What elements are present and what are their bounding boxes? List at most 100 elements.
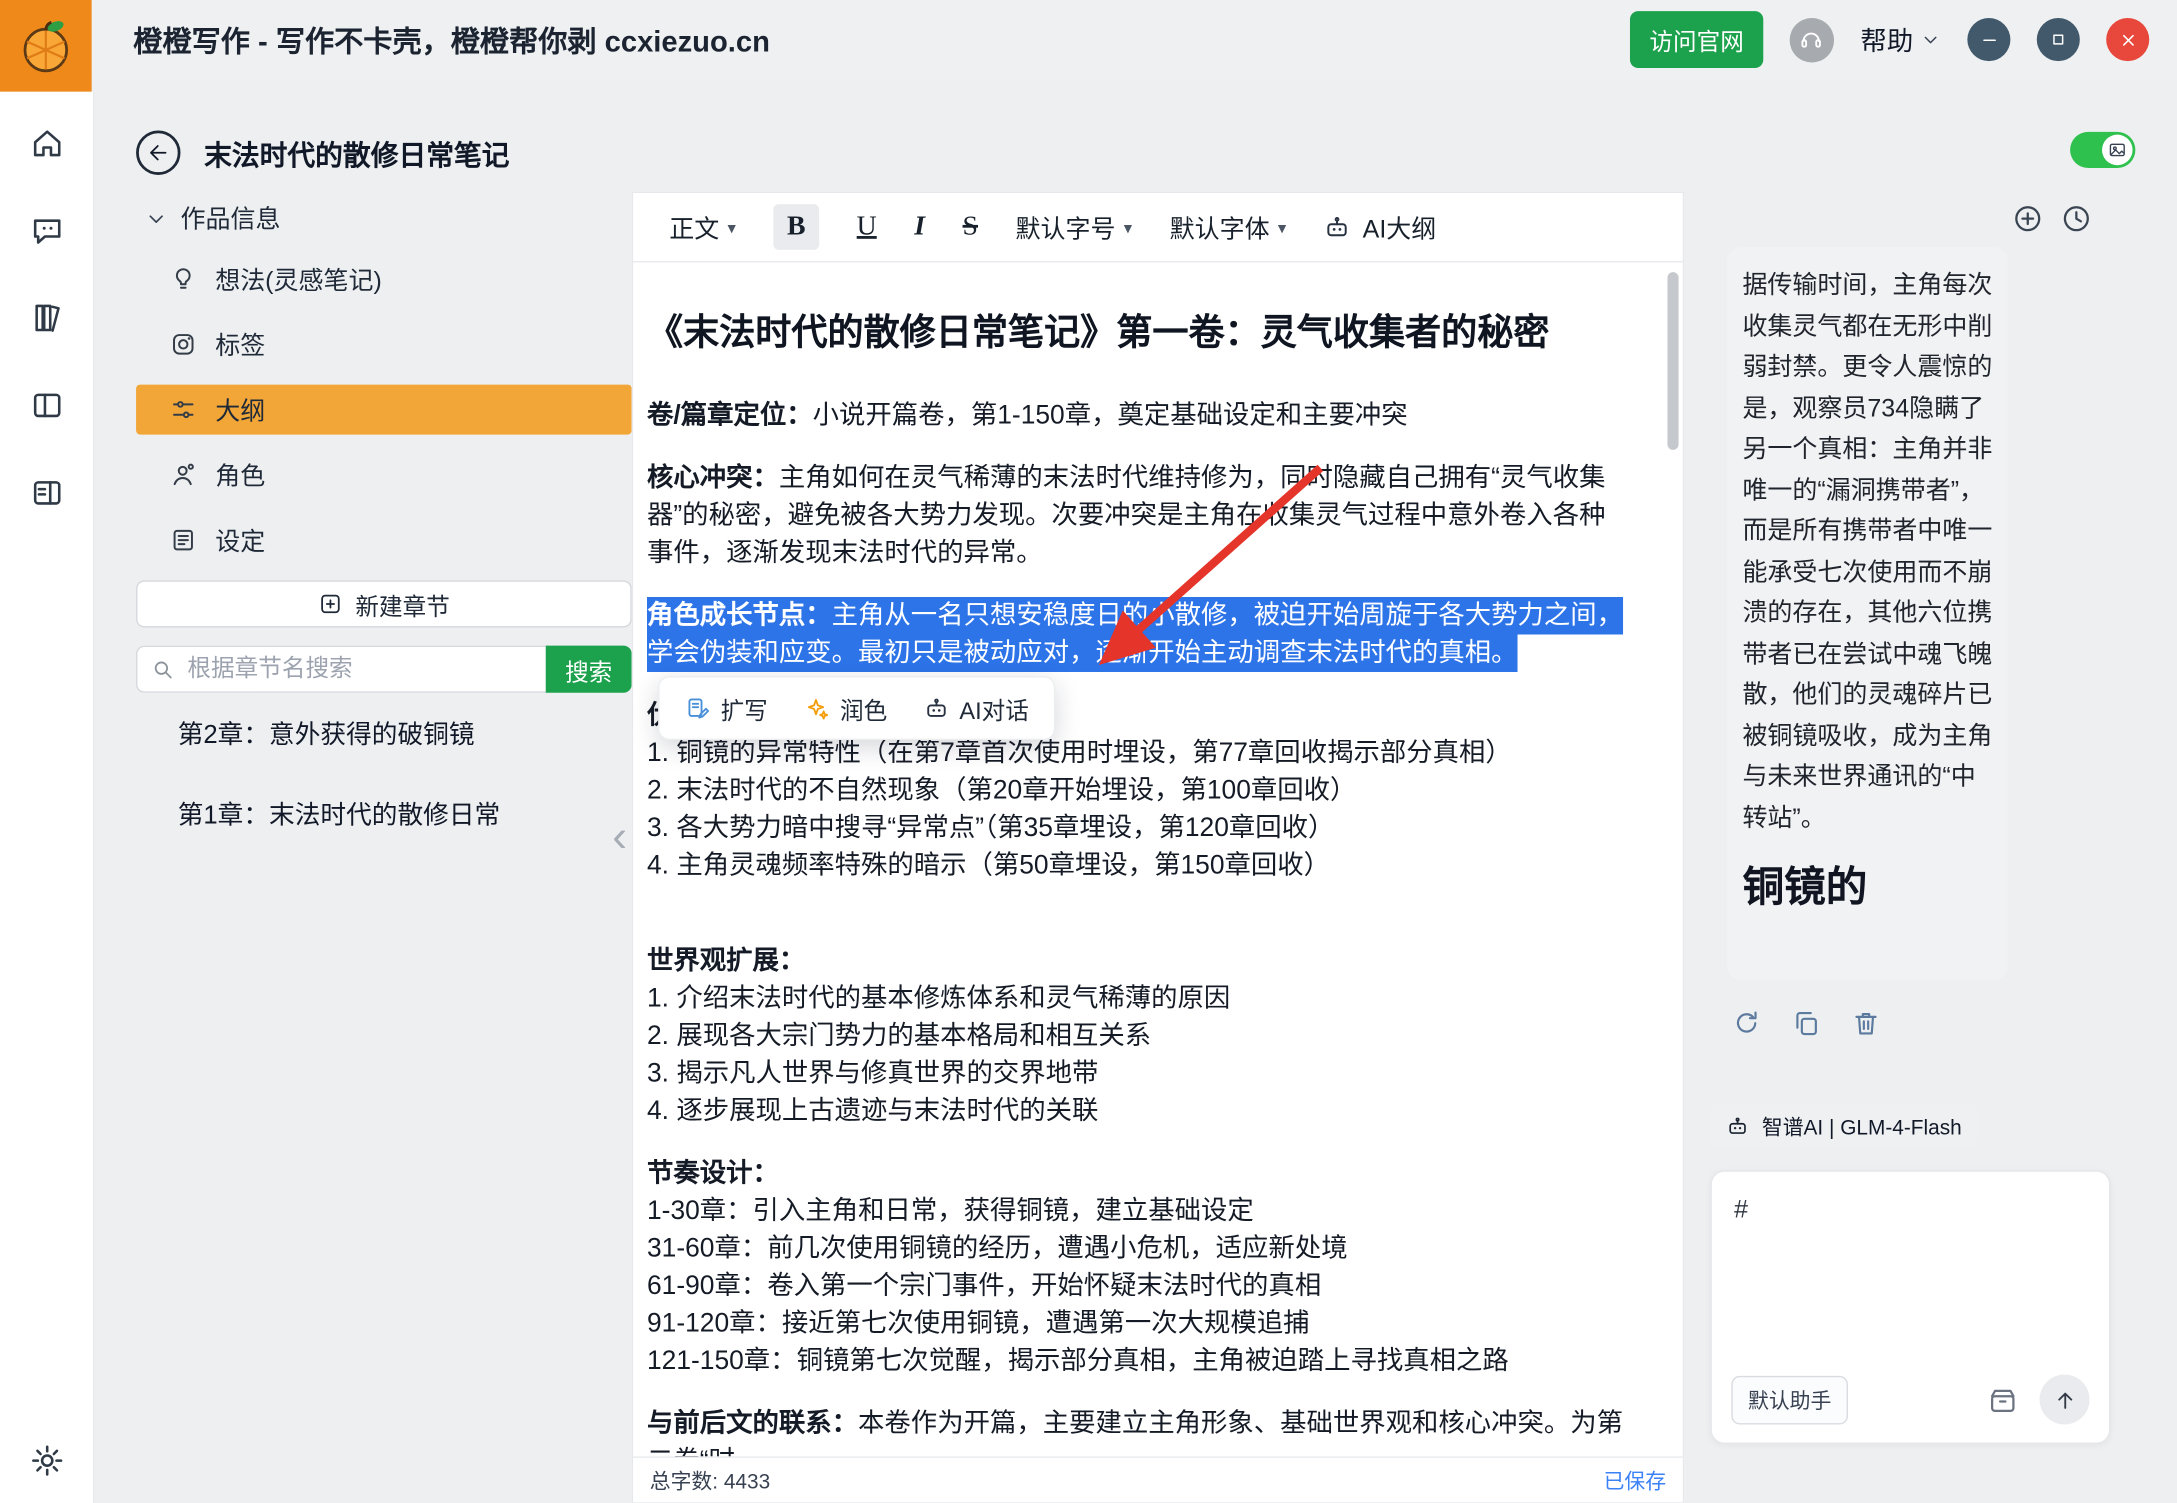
italic-button[interactable]: I [914, 211, 925, 243]
tag-icon [169, 330, 197, 358]
visit-site-button[interactable]: 访问官网 [1630, 11, 1763, 68]
expand-writing-button[interactable]: 扩写 [684, 691, 767, 726]
arrow-left-icon [146, 140, 171, 165]
rail-bookshelf-button[interactable] [20, 379, 73, 432]
close-button[interactable] [2106, 18, 2149, 61]
chapter-list-item[interactable]: 第2章：意外获得的破铜镜 [136, 693, 632, 774]
saved-status[interactable]: 已保存 [1604, 1465, 1666, 1494]
ai-generated-heading: 铜镜的 [1742, 852, 1992, 913]
send-button[interactable] [2040, 1375, 2090, 1425]
doc-list-item: 4. 逐步展现上古遗迹与末法时代的关联 [647, 1093, 1627, 1130]
outline-icon [169, 396, 197, 424]
books-icon [28, 300, 64, 336]
ai-chat-button[interactable]: AI对话 [923, 691, 1029, 726]
doc-list-item: 1-30章：引入主角和日常，获得铜镜，建立基础设定 [647, 1193, 1627, 1230]
collapse-sidebar-handle[interactable]: ‹ [612, 814, 627, 858]
chapter-search-input[interactable] [136, 646, 546, 693]
section-toggle-work-info[interactable]: 作品信息 [144, 200, 631, 236]
strikethrough-button[interactable]: S [963, 211, 978, 243]
editor-panel: 正文 ▾ B U I S 默认字号 ▾ 默认字体 ▾ AI大纲 《末法时代的散修… [632, 192, 1684, 1503]
help-label: 帮助 [1860, 21, 1913, 58]
history-button[interactable] [2058, 200, 2094, 236]
ai-outline-button[interactable]: AI大纲 [1324, 209, 1436, 245]
chat-input[interactable]: # [1712, 1172, 2109, 1248]
document-content[interactable]: 《末法时代的散修日常笔记》第一卷：灵气收集者的秘密 卷/篇章定位：小说开篇卷，第… [633, 262, 1683, 1456]
layout-icon [28, 387, 64, 423]
back-button[interactable] [136, 131, 180, 175]
rail-settings-button[interactable] [20, 1434, 73, 1487]
plus-circle-icon [2011, 202, 2043, 234]
sidebar-item-characters[interactable]: 角色 [136, 450, 632, 500]
polish-button[interactable]: 润色 [804, 691, 887, 726]
paragraph-style-dropdown[interactable]: 正文 ▾ [669, 209, 736, 245]
new-chapter-button[interactable]: 新建章节 [136, 580, 632, 627]
copy-button[interactable] [1791, 1008, 1822, 1039]
sidebar-item-label: 角色 [215, 457, 265, 493]
toggle-knob [2102, 135, 2133, 166]
doc-paragraph-link: 与前后文的联系：本卷作为开篇，主要建立主角形象、基础世界观和核心冲突。为第二卷“… [647, 1405, 1627, 1456]
refresh-icon [1731, 1008, 1762, 1039]
ai-assistant-toggle[interactable] [2070, 132, 2135, 168]
doc-heading-pacing: 节奏设计： [647, 1155, 1627, 1192]
robot-icon [1726, 1114, 1750, 1138]
underline-button[interactable]: U [857, 211, 877, 243]
maximize-button[interactable] [2037, 18, 2080, 61]
rail-home-button[interactable] [20, 117, 73, 170]
search-button[interactable]: 搜索 [546, 646, 632, 693]
doc-list-item: 1. 介绍末法时代的基本修炼体系和灵气稀薄的原因 [647, 980, 1627, 1017]
doc-list-item: 3. 揭示凡人世界与修真世界的交界地带 [647, 1055, 1627, 1092]
editor-toolbar: 正文 ▾ B U I S 默认字号 ▾ 默认字体 ▾ AI大纲 [633, 193, 1683, 262]
sidebar-item-ideas[interactable]: 想法(灵感笔记) [136, 254, 632, 304]
trash-icon [1851, 1008, 1882, 1039]
font-size-dropdown[interactable]: 默认字号 ▾ [1015, 209, 1132, 245]
chat-bubble-icon [28, 212, 64, 248]
prompt-box-button[interactable] [1987, 1384, 2019, 1416]
dropdown-arrow-icon: ▾ [1124, 217, 1132, 236]
rail-feedback-button[interactable] [20, 204, 73, 257]
ai-generated-card: 据传输时间，主角每次收集灵气都在无形中削弱封禁。更令人震惊的是，观察员734隐瞒… [1727, 247, 2007, 980]
chevron-down-icon [144, 206, 168, 230]
sidebar-item-outline[interactable]: 大纲 [136, 385, 632, 435]
doc-list-item: 91-120章：接近第七次使用铜镜，遭遇第一次大规模追捕 [647, 1305, 1627, 1342]
doc-pencil-icon [684, 695, 710, 721]
project-sidebar: 末法时代的散修日常笔记 作品信息 想法(灵感笔记) 标签 大纲 角色 设定 新 [136, 128, 632, 854]
delete-button[interactable] [1851, 1008, 1882, 1039]
help-menu[interactable]: 帮助 [1860, 21, 1941, 58]
doc-list-item: 2. 展现各大宗门势力的基本格局和相互关系 [647, 1018, 1627, 1055]
settings-doc-icon [169, 526, 197, 554]
doc-list-item: 3. 各大势力暗中搜寻“异常点”（第35章埋设，第120章回收） [647, 809, 1627, 846]
model-badge-label: 智谱AI | GLM-4-Flash [1762, 1111, 1962, 1140]
support-avatar[interactable] [1790, 17, 1834, 61]
doc-list-item: 4. 主角灵魂频率特殊的暗示（第50章埋设，第150章回收） [647, 847, 1627, 884]
chevron-down-icon [1920, 29, 1941, 50]
panel-icon [28, 475, 64, 511]
editor-status-bar: 总字数: 4433 已保存 [633, 1456, 1683, 1502]
copy-icon [1791, 1008, 1822, 1039]
new-conversation-button[interactable] [2009, 200, 2045, 236]
chapter-list-item[interactable]: 第1章：末法时代的散修日常 [136, 773, 632, 854]
bold-button[interactable]: B [773, 204, 819, 250]
app-logo [0, 0, 92, 92]
sidebar-item-tags[interactable]: 标签 [136, 319, 632, 369]
sidebar-item-label: 设定 [215, 522, 265, 558]
sidebar-item-label: 想法(灵感笔记) [215, 261, 382, 297]
editor-scrollbar-thumb[interactable] [1667, 272, 1678, 450]
sidebar-item-settings[interactable]: 设定 [136, 515, 632, 565]
doc-heading-worldview: 世界观扩展： [647, 943, 1627, 980]
close-icon [2117, 28, 2139, 50]
rail-library-button[interactable] [20, 292, 73, 345]
dropdown-arrow-icon: ▾ [728, 217, 736, 236]
archive-box-icon [1987, 1384, 2019, 1416]
font-family-dropdown[interactable]: 默认字体 ▾ [1170, 209, 1287, 245]
default-assistant-button[interactable]: 默认助手 [1731, 1375, 1848, 1424]
history-clock-icon [2060, 202, 2092, 234]
doc-list-item: 61-90章：卷入第一个宗门事件，开始怀疑末法时代的真相 [647, 1268, 1627, 1305]
word-count: 总字数: 4433 [650, 1465, 770, 1494]
regenerate-button[interactable] [1731, 1008, 1762, 1039]
selected-text[interactable]: 角色成长节点：主角从一名只想安稳度日的小散修，被迫开始周旋于各大势力之间，学会伪… [647, 597, 1623, 672]
rail-workspace-button[interactable] [20, 467, 73, 520]
robot-icon [923, 695, 949, 721]
plus-square-icon [318, 591, 343, 616]
doc-list-item: 121-150章：铜镜第七次觉醒，揭示部分真相，主角被迫踏上寻找真相之路 [647, 1343, 1627, 1380]
minimize-button[interactable] [1967, 18, 2010, 61]
